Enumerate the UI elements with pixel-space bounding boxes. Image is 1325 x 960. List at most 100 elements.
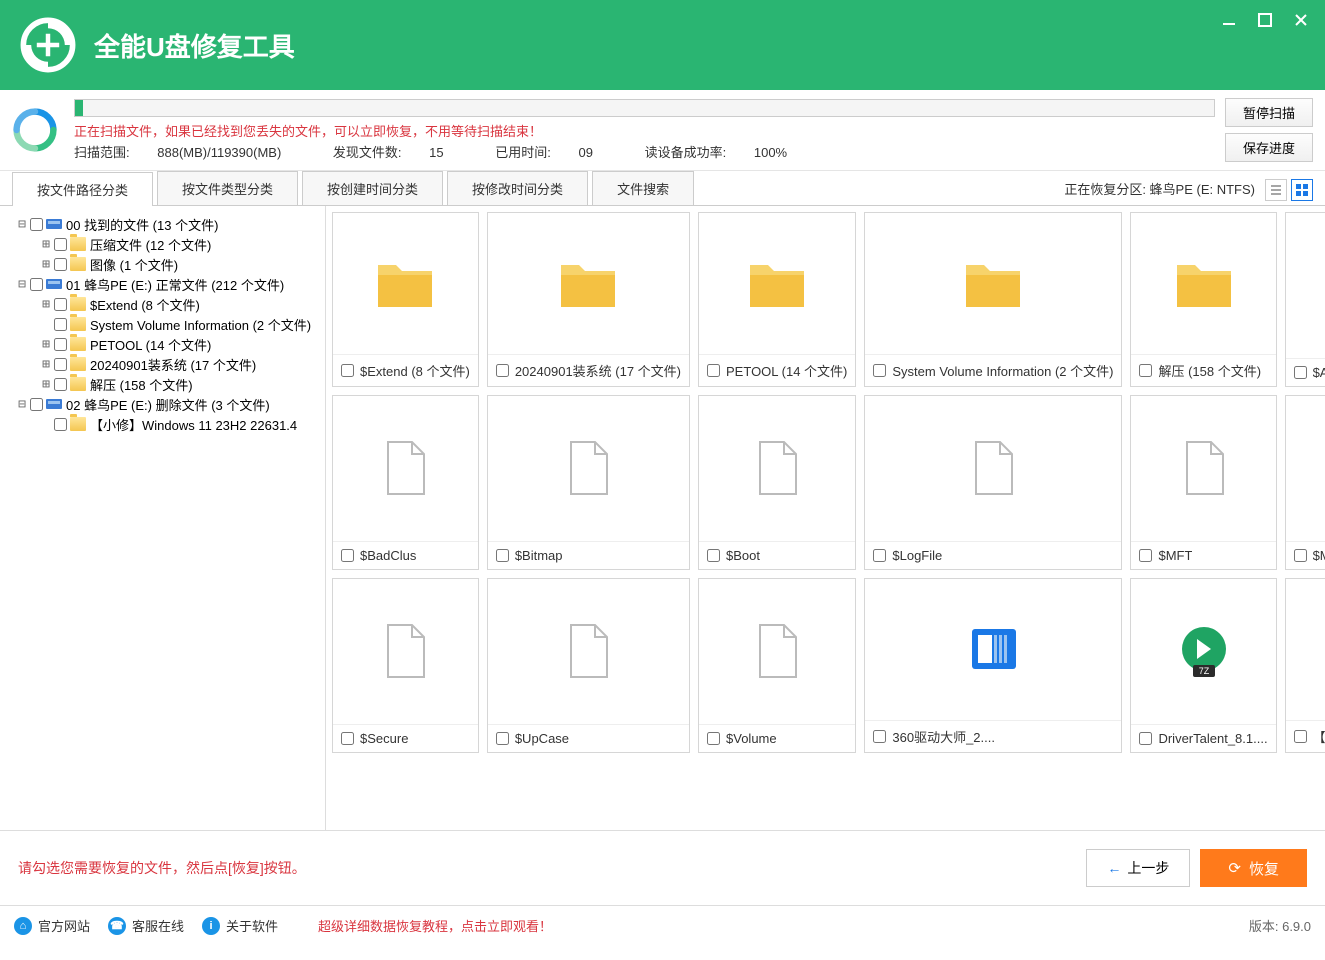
item-checkbox[interactable] [341, 364, 354, 377]
item-checkbox[interactable] [496, 549, 509, 562]
grid-item[interactable]: $UpCase [487, 578, 690, 753]
home-icon: ⌂ [14, 917, 32, 935]
grid-item[interactable]: 【MS-ZZY】Windows... [1285, 578, 1325, 753]
item-checkbox[interactable] [1139, 732, 1152, 745]
item-checkbox[interactable] [873, 364, 886, 377]
official-site-link[interactable]: ⌂官方网站 [14, 916, 90, 935]
tree-node-root-deleted[interactable]: ⊟02 蜂鸟PE (E:) 删除文件 (3 个文件) [4, 394, 321, 414]
partition-label: 正在恢复分区: 蜂鸟PE (E: NTFS) [1054, 172, 1265, 205]
grid-item[interactable]: 360驱动大师_2.... [864, 578, 1122, 753]
tabs-row: 按文件路径分类 按文件类型分类 按创建时间分类 按修改时间分类 文件搜索 正在恢… [0, 171, 1325, 206]
tab-by-type[interactable]: 按文件类型分类 [157, 171, 298, 205]
tab-by-path[interactable]: 按文件路径分类 [12, 172, 153, 206]
pause-scan-button[interactable]: 暂停扫描 [1225, 98, 1313, 127]
tree-node[interactable]: ⊞$Extend (8 个文件) [4, 294, 321, 314]
footer-hint: 请勾选您需要恢复的文件，然后点[恢复]按钮。 [18, 858, 306, 878]
item-checkbox[interactable] [341, 549, 354, 562]
grid-item[interactable]: 20240901装系统 (17 个文件) [487, 212, 690, 387]
item-checkbox[interactable] [496, 732, 509, 745]
item-label: $MFT [1158, 548, 1192, 563]
headset-icon: ☎ [108, 917, 126, 935]
maximize-button[interactable] [1249, 6, 1281, 34]
grid-item[interactable]: System Volume Information (2 个文件) [864, 212, 1122, 387]
previous-step-button[interactable]: ← 上一步 [1086, 849, 1190, 887]
item-checkbox[interactable] [1294, 730, 1307, 743]
item-label: 20240901装系统 (17 个文件) [515, 361, 681, 380]
file-tree[interactable]: ⊟00 找到的文件 (13 个文件) ⊞压缩文件 (12 个文件) ⊞图像 (1… [0, 206, 326, 830]
recover-button[interactable]: ⟳ 恢复 [1200, 849, 1307, 887]
item-checkbox[interactable] [496, 364, 509, 377]
file-icon [333, 579, 478, 724]
tab-by-created[interactable]: 按创建时间分类 [302, 171, 443, 205]
grid-item[interactable]: DriverTalent_8.1.... [1130, 578, 1276, 753]
tree-node[interactable]: 【小修】Windows 11 23H2 22631.4 [4, 414, 321, 434]
item-checkbox[interactable] [1139, 549, 1152, 562]
about-link[interactable]: i关于软件 [202, 916, 278, 935]
grid-item[interactable]: $BadClus [332, 395, 479, 570]
file-icon [699, 579, 855, 724]
view-list-button[interactable] [1265, 179, 1287, 201]
view-grid-button[interactable] [1291, 179, 1313, 201]
customer-service-link[interactable]: ☎客服在线 [108, 916, 184, 935]
item-checkbox[interactable] [1139, 364, 1152, 377]
item-checkbox[interactable] [707, 549, 720, 562]
item-label: System Volume Information (2 个文件) [892, 361, 1113, 380]
folder-icon [865, 213, 1121, 354]
minimize-button[interactable] [1213, 6, 1245, 34]
file-icon [1131, 396, 1275, 541]
arrow-left-icon: ← [1107, 860, 1121, 876]
tree-node-root-found[interactable]: ⊟00 找到的文件 (13 个文件) [4, 214, 321, 234]
item-label: $LogFile [892, 548, 942, 563]
item-label: $Secure [360, 731, 408, 746]
file-icon [1286, 396, 1325, 541]
item-checkbox[interactable] [707, 364, 720, 377]
item-checkbox[interactable] [873, 730, 886, 743]
grid-item[interactable]: $AttrDef [1285, 212, 1325, 387]
file-icon [333, 396, 478, 541]
version-label: 版本: 6.9.0 [1249, 916, 1311, 935]
grid-item[interactable]: PETOOL (14 个文件) [698, 212, 856, 387]
tree-node-root-normal[interactable]: ⊟01 蜂鸟PE (E:) 正常文件 (212 个文件) [4, 274, 321, 294]
file-icon [488, 579, 689, 724]
file-icon [488, 396, 689, 541]
tree-node[interactable]: ⊞20240901装系统 (17 个文件) [4, 354, 321, 374]
item-checkbox[interactable] [1294, 366, 1307, 379]
folder-icon [699, 213, 855, 354]
app-logo-icon [20, 17, 76, 73]
folder-icon [333, 213, 478, 354]
item-label: $MFTMirr [1313, 548, 1325, 563]
item-label: $UpCase [515, 731, 569, 746]
item-checkbox[interactable] [873, 549, 886, 562]
tab-by-modified[interactable]: 按修改时间分类 [447, 171, 588, 205]
grid-item[interactable]: $MFT [1130, 395, 1276, 570]
grid-item[interactable]: $Secure [332, 578, 479, 753]
grid-item[interactable]: $MFTMirr [1285, 395, 1325, 570]
grid-item[interactable]: $Boot [698, 395, 856, 570]
item-label: $Bitmap [515, 548, 563, 563]
tab-file-search[interactable]: 文件搜索 [592, 171, 694, 205]
grid-item[interactable]: $Volume [698, 578, 856, 753]
grid-item[interactable]: $LogFile [864, 395, 1122, 570]
file-icon [699, 396, 855, 541]
status-panel: 正在扫描文件，如果已经找到您丢失的文件，可以立即恢复，不用等待扫描结束！ 扫描范… [0, 90, 1325, 171]
grid-item[interactable]: $Bitmap [487, 395, 690, 570]
action-footer: 请勾选您需要恢复的文件，然后点[恢复]按钮。 ← 上一步 ⟳ 恢复 [0, 830, 1325, 905]
tree-node[interactable]: ⊞压缩文件 (12 个文件) [4, 234, 321, 254]
item-checkbox[interactable] [1294, 549, 1307, 562]
titlebar: 全能U盘修复工具 [0, 0, 1325, 90]
tree-node[interactable]: System Volume Information (2 个文件) [4, 314, 321, 334]
exe-icon [865, 579, 1121, 720]
tree-node[interactable]: ⊞解压 (158 个文件) [4, 374, 321, 394]
tree-node[interactable]: ⊞图像 (1 个文件) [4, 254, 321, 274]
item-checkbox[interactable] [707, 732, 720, 745]
save-progress-button[interactable]: 保存进度 [1225, 133, 1313, 162]
item-checkbox[interactable] [341, 732, 354, 745]
grid-item[interactable]: $Extend (8 个文件) [332, 212, 479, 387]
file-grid: $Extend (8 个文件) 20240901装系统 (17 个文件) PETOO… [326, 206, 1325, 830]
tutorial-promo-link[interactable]: 超级详细数据恢复教程，点击立即观看！ [318, 916, 552, 935]
close-button[interactable] [1285, 6, 1317, 34]
grid-item[interactable]: 解压 (158 个文件) [1130, 212, 1276, 387]
scan-stats: 扫描范围: 888(MB)/119390(MB) 发现文件数: 15 已用时间:… [74, 142, 1215, 161]
tree-node[interactable]: ⊞PETOOL (14 个文件) [4, 334, 321, 354]
refresh-icon: ⟳ [1228, 859, 1241, 877]
